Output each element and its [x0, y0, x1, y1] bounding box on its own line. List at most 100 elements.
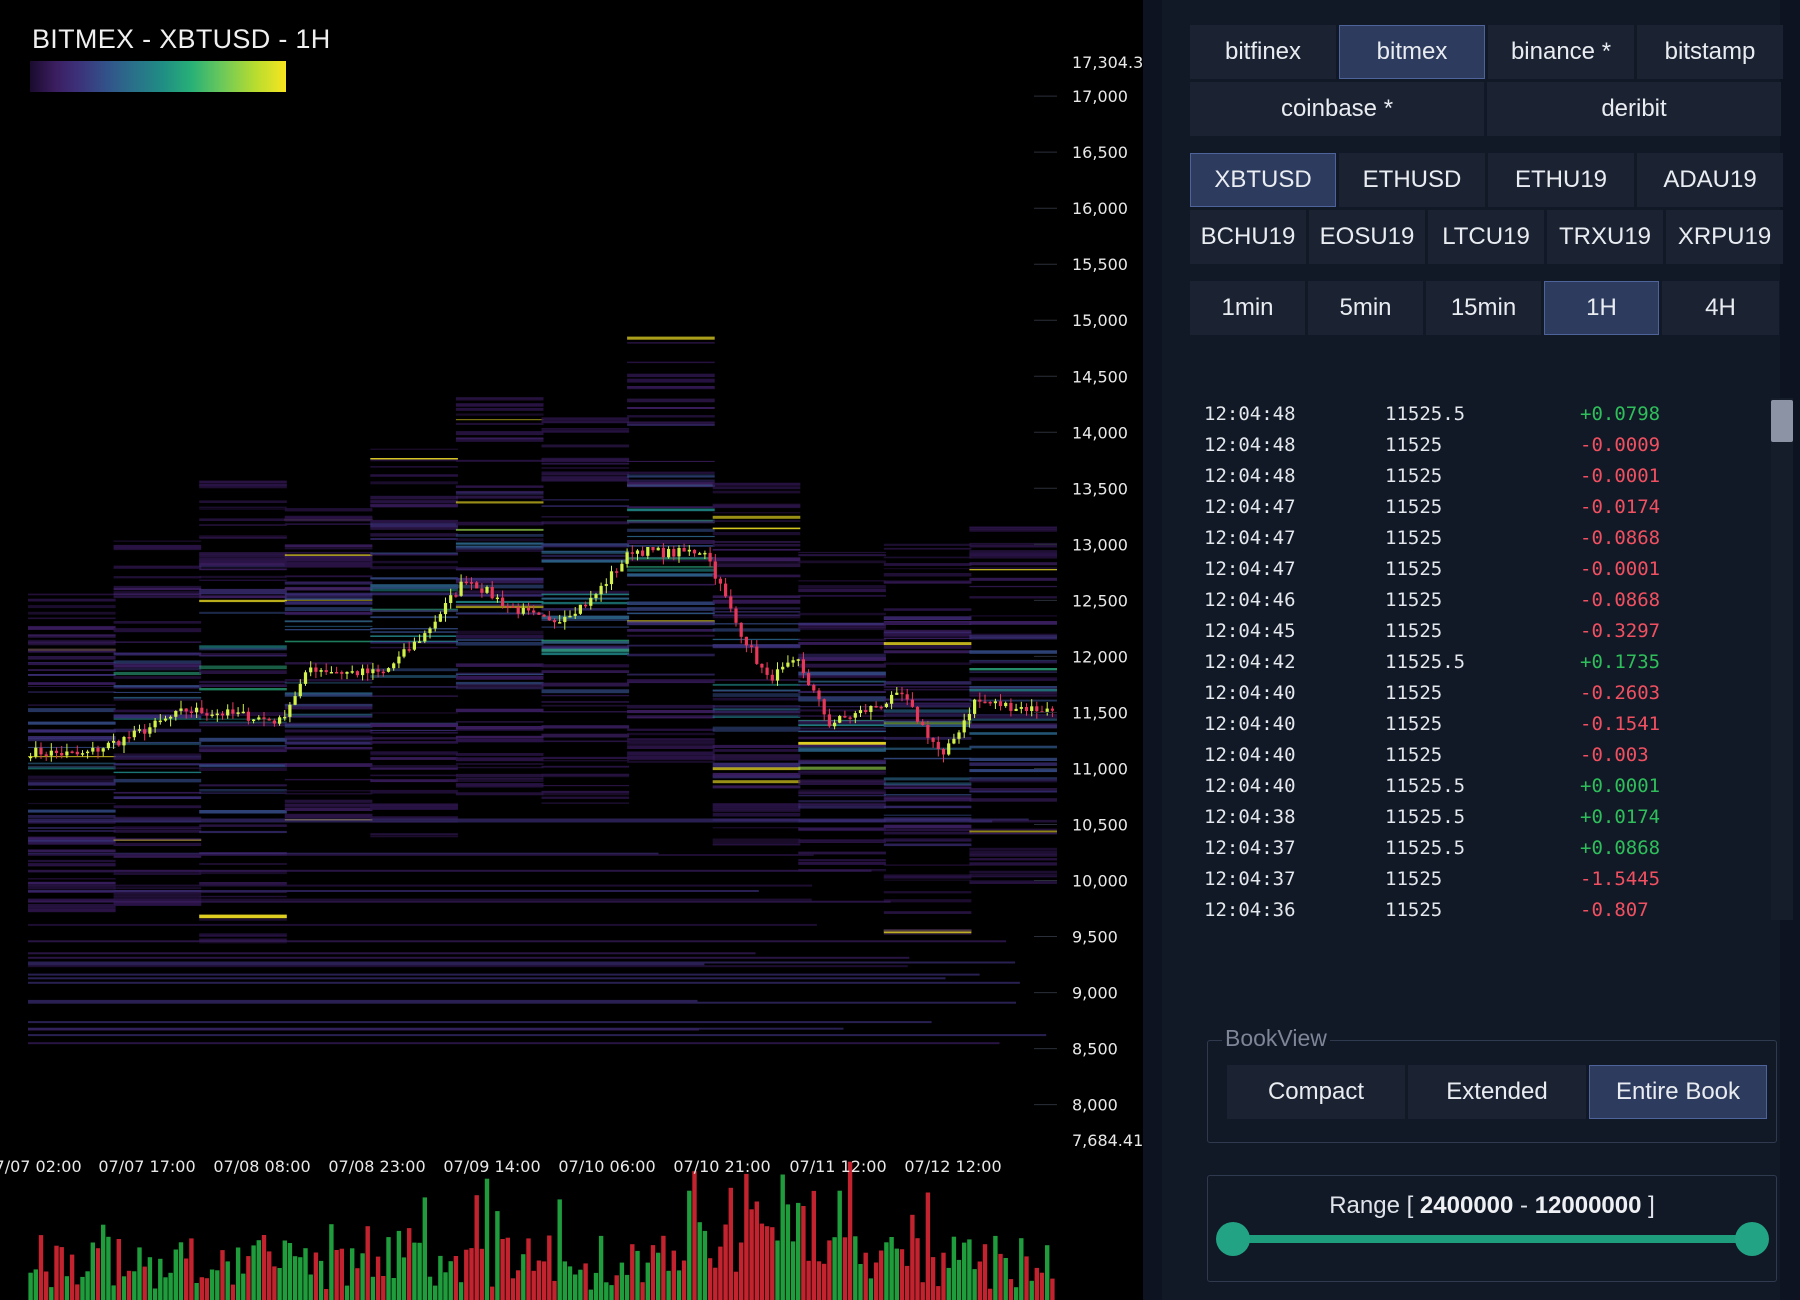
heatmap-cell — [199, 724, 287, 727]
heatmap-cell — [712, 541, 801, 543]
trades-list[interactable]: 12:04:48 11525.5 +0.0798 12:04:48 11525 -0.00… — [1190, 398, 1738, 921]
volume-bar — [189, 1238, 194, 1300]
volume-bar — [1019, 1238, 1024, 1300]
timeframe-15min-button[interactable]: 15min — [1426, 281, 1541, 335]
heatmap-cell — [284, 790, 373, 792]
heatmap-cell — [541, 499, 630, 501]
candle-body — [599, 585, 603, 595]
heatmap-cell — [541, 765, 630, 768]
heatmap-cell — [113, 676, 202, 679]
trade-row: 12:04:47 11525 -0.0174 — [1190, 491, 1738, 522]
heatmap-cell — [883, 782, 972, 785]
heatmap-cell — [541, 670, 630, 673]
timeframe-1h-button[interactable]: 1H — [1544, 281, 1659, 335]
pair-trxu19-button[interactable]: TRXU19 — [1547, 210, 1663, 264]
range-slider-track[interactable] — [1234, 1235, 1767, 1243]
heatmap-cell — [455, 603, 544, 607]
exchange-bitstamp-button[interactable]: bitstamp — [1637, 25, 1783, 79]
pair-eosu19-button[interactable]: EOSU19 — [1309, 210, 1425, 264]
volume-bar — [557, 1199, 562, 1300]
heatmap-cell — [627, 378, 715, 383]
exchange-binance-button[interactable]: binance * — [1488, 25, 1634, 79]
heatmap-cell — [883, 824, 972, 829]
pair-adau19-button[interactable]: ADAU19 — [1637, 153, 1783, 207]
volume-bar — [977, 1261, 982, 1300]
orderbook-heatmap-chart[interactable]: 17,304.36 17,000 16,500 16,000 15,500 15,000 1… — [0, 0, 1143, 1300]
heatmap-cell — [712, 785, 801, 789]
volume-bar — [54, 1245, 59, 1300]
heatmap-cell — [627, 715, 715, 719]
bookview-extended-button[interactable]: Extended — [1408, 1065, 1586, 1119]
pair-bchu19-button[interactable]: BCHU19 — [1190, 210, 1306, 264]
heatmap-cell — [883, 805, 972, 809]
volume-bar — [801, 1206, 806, 1300]
exchange-bitfinex-button[interactable]: bitfinex — [1190, 25, 1336, 79]
heatmap-cell — [199, 595, 287, 599]
timeframe-1min-button[interactable]: 1min — [1190, 281, 1305, 335]
pair-ethusd-button[interactable]: ETHUSD — [1339, 153, 1485, 207]
bookview-compact-button[interactable]: Compact — [1227, 1065, 1405, 1119]
trade-time: 12:04:42 — [1204, 650, 1296, 673]
candle-body — [812, 685, 816, 691]
range-max-handle[interactable] — [1735, 1222, 1769, 1256]
volume-bar — [121, 1276, 127, 1300]
pair-ltcu19-button[interactable]: LTCU19 — [1428, 210, 1544, 264]
trade-size: -0.807 — [1580, 898, 1649, 921]
heatmap-cell — [541, 554, 630, 558]
heatmap-cell — [113, 696, 202, 699]
heatmap-cell — [28, 617, 116, 620]
timeframe-4h-button[interactable]: 4H — [1662, 281, 1779, 335]
exchange-bitmex-button[interactable]: bitmex — [1339, 25, 1485, 79]
volume-bar — [33, 1269, 38, 1300]
heatmap-cell — [627, 760, 715, 763]
trades-scrollbar-thumb[interactable] — [1771, 400, 1793, 442]
heatmap-cell — [28, 802, 116, 805]
exchange-coinbase-button[interactable]: coinbase * — [1190, 82, 1484, 136]
trades-scrollbar[interactable] — [1771, 398, 1793, 920]
heatmap-cell — [28, 854, 814, 856]
heatmap-cell — [627, 732, 715, 736]
heatmap-cell — [455, 528, 544, 531]
trade-price: 11525 — [1385, 433, 1443, 456]
candle-body — [288, 704, 292, 717]
exchange-deribit-button[interactable]: deribit — [1487, 82, 1781, 136]
heatmap-cell — [455, 735, 544, 738]
heatmap-cell — [969, 732, 1057, 735]
heatmap-cell — [455, 495, 544, 499]
heatmap-cell — [113, 842, 202, 846]
heatmap-cell — [712, 561, 801, 563]
range-min-handle[interactable] — [1216, 1222, 1250, 1256]
candle-body — [620, 563, 624, 572]
bookview-options: Compact Extended Entire Book — [1227, 1065, 1767, 1119]
heatmap-cell — [370, 816, 458, 818]
heatmap-cell — [284, 713, 373, 716]
heatmap-cell — [883, 911, 972, 914]
heatmap-cell — [455, 663, 544, 667]
heatmap-cell — [798, 861, 886, 865]
timeframe-5min-button[interactable]: 5min — [1308, 281, 1423, 335]
candle-body — [641, 550, 645, 556]
heatmap-cell — [712, 548, 801, 551]
heatmap-cell — [28, 775, 116, 779]
heatmap-cell — [370, 458, 458, 460]
candle-body — [713, 561, 717, 579]
pair-xrpu19-button[interactable]: XRPU19 — [1666, 210, 1783, 264]
volume-bar — [453, 1256, 459, 1300]
candle-body — [293, 696, 297, 705]
heatmap-cell — [28, 956, 910, 959]
candle-body — [822, 699, 826, 715]
heatmap-chart-area[interactable]: 17,304.36 17,000 16,500 16,000 15,500 15,000 1… — [0, 0, 1143, 1300]
heatmap-cell — [28, 900, 891, 903]
heatmap-cell — [28, 961, 1016, 964]
pair-xbtusd-button[interactable]: XBTUSD — [1190, 153, 1336, 207]
pair-ethu19-button[interactable]: ETHU19 — [1488, 153, 1634, 207]
candle-body — [563, 616, 567, 623]
heatmap-cell — [113, 565, 202, 569]
heatmap-cell — [455, 634, 544, 639]
heatmap-cell — [541, 477, 630, 481]
volume-bar — [604, 1282, 609, 1300]
price-tick-label: 7,684.41 — [1072, 1131, 1143, 1150]
bookview-entire-book-button[interactable]: Entire Book — [1589, 1065, 1767, 1119]
heatmap-cell — [798, 761, 886, 765]
price-tick-label: 13,500 — [1072, 479, 1128, 498]
